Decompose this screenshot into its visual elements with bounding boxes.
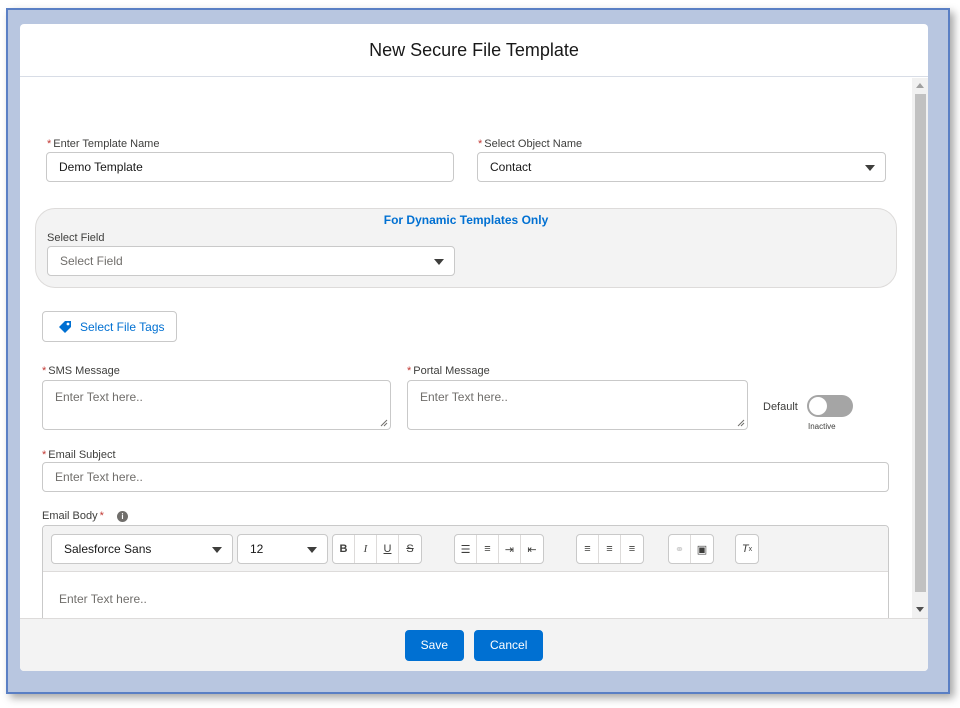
align-right-icon[interactable]: ≡ (621, 535, 643, 563)
modal-header: New Secure File Template (20, 24, 928, 77)
default-toggle[interactable] (807, 395, 853, 417)
email-body-label: Email Body * i (42, 510, 128, 522)
rich-text-toolbar: Salesforce Sans 12 B I U S ☰ ≡ ⇥ ⇤ ≡ ≡ ≡… (43, 526, 888, 572)
resize-handle-icon[interactable] (737, 419, 745, 427)
modal-footer: Save Cancel (20, 618, 928, 671)
save-button[interactable]: Save (404, 629, 464, 661)
chevron-down-icon (307, 547, 317, 553)
tag-icon (59, 320, 71, 333)
dynamic-templates-panel: For Dynamic Templates Only Select Field … (35, 208, 897, 288)
info-icon[interactable]: i (116, 510, 128, 522)
toggle-knob (809, 397, 827, 415)
strikethrough-icon[interactable]: S (399, 535, 421, 563)
select-field-label: Select Field (47, 232, 105, 244)
bold-icon[interactable]: B (333, 535, 355, 563)
object-name-label: * Select Object Name (478, 138, 583, 150)
select-file-tags-button[interactable]: Select File Tags (42, 311, 177, 342)
clear-format-group: Tx (735, 534, 759, 564)
select-field-dropdown[interactable]: Select Field (47, 246, 455, 276)
modal-title: New Secure File Template (369, 39, 579, 60)
email-subject-input[interactable]: Enter Text here.. (42, 462, 889, 492)
chevron-down-icon (434, 259, 444, 265)
sms-message-textarea[interactable]: Enter Text here.. (42, 380, 391, 430)
bullet-list-icon[interactable]: ☰ (455, 535, 477, 563)
portal-message-label: * Portal Message (407, 365, 490, 377)
template-name-input[interactable]: Demo Template (46, 152, 454, 182)
email-body-textarea[interactable]: Enter Text here.. (59, 592, 147, 606)
scroll-up-icon[interactable] (916, 83, 924, 88)
font-family-select[interactable]: Salesforce Sans (51, 534, 233, 564)
modal-dialog: New Secure File Template * Enter Template… (20, 24, 928, 671)
modal-body: * Enter Template Name Demo Template * Sele… (20, 78, 912, 618)
text-format-group: B I U S (332, 534, 422, 564)
select-file-tags-label: Select File Tags (80, 319, 165, 334)
template-name-label: * Enter Template Name (47, 138, 160, 150)
toggle-state-text: Inactive (808, 422, 836, 431)
indent-icon[interactable]: ⇥ (499, 535, 521, 563)
email-subject-label: * Email Subject (42, 449, 116, 461)
vertical-scrollbar[interactable] (912, 78, 928, 618)
email-body-editor: Salesforce Sans 12 B I U S ☰ ≡ ⇥ ⇤ ≡ ≡ ≡… (42, 525, 889, 618)
default-toggle-label: Default (763, 401, 798, 413)
underline-icon[interactable]: U (377, 535, 399, 563)
image-icon[interactable]: ▣ (691, 535, 713, 563)
dynamic-panel-title: For Dynamic Templates Only (383, 213, 549, 227)
cancel-button[interactable]: Cancel (474, 629, 544, 661)
clear-formatting-icon[interactable]: Tx (736, 535, 758, 563)
chevron-down-icon (865, 165, 875, 171)
resize-handle-icon[interactable] (380, 419, 388, 427)
align-group: ≡ ≡ ≡ (576, 534, 644, 564)
scroll-down-icon[interactable] (916, 607, 924, 612)
list-group: ☰ ≡ ⇥ ⇤ (454, 534, 544, 564)
font-size-select[interactable]: 12 (237, 534, 328, 564)
portal-message-textarea[interactable]: Enter Text here.. (407, 380, 748, 430)
italic-icon[interactable]: I (355, 535, 377, 563)
link-icon[interactable]: ⚭ (669, 535, 691, 563)
outdent-icon[interactable]: ⇤ (521, 535, 543, 563)
numbered-list-icon[interactable]: ≡ (477, 535, 499, 563)
object-name-select[interactable]: Contact (477, 152, 886, 182)
insert-group: ⚭ ▣ (668, 534, 714, 564)
sms-message-label: * SMS Message (42, 365, 120, 377)
align-left-icon[interactable]: ≡ (577, 535, 599, 563)
align-center-icon[interactable]: ≡ (599, 535, 621, 563)
chevron-down-icon (212, 547, 222, 553)
scroll-thumb[interactable] (915, 94, 926, 592)
